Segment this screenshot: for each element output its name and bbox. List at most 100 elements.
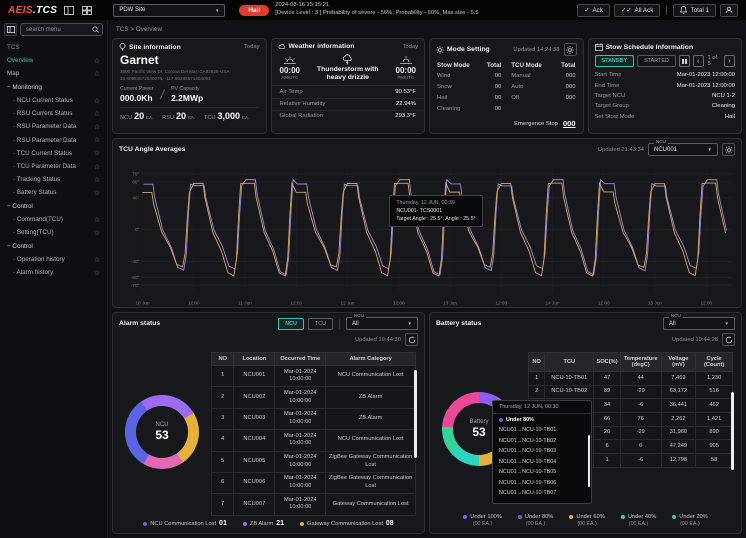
sidebar-item-map[interactable]: Map☆ [0,67,107,80]
favorite-star-icon[interactable]: ☆ [94,57,100,65]
sidebar-item-tcu-current-status[interactable]: · TCU Current Status☆ [0,147,107,160]
favorite-star-icon[interactable]: ☆ [94,123,100,131]
favorite-star-icon[interactable]: ☆ [94,149,100,157]
mode-settings-button[interactable] [564,43,577,56]
table-row[interactable]: 2NCU-10-TB0289-2963,172516 [529,385,733,399]
alarm-ncu-toggle[interactable]: NCU [278,318,304,330]
table-cell: 6 [620,440,661,454]
sidebar-item-command-tcu-[interactable]: · Command(TCU)☆ [0,213,107,226]
favorite-star-icon[interactable]: ☆ [94,269,100,277]
battery-ncu-filter[interactable]: NCU All ▼ [663,317,735,330]
table-cell: 4 [212,430,234,451]
chevron-down-icon: ▼ [719,321,729,326]
table-row[interactable]: 4NCU004Mar-01-2024 10:00:00NCU Communica… [212,430,416,451]
site-selector[interactable]: PDW Site ▼ [113,4,225,17]
pause-button[interactable] [679,55,690,67]
popup-scrollbar[interactable] [588,435,591,487]
sidebar-root-label: TCS [0,39,107,54]
site-coordinates: 33.60984872540076, -117.85288571404093 [120,76,259,83]
favorite-star-icon[interactable]: ☆ [94,256,100,264]
alarm-donut-value: 53 [155,428,168,442]
sidebar-item-tcu-parameter-data[interactable]: · TCU Parameter Data☆ [0,160,107,173]
user-profile-button[interactable] [720,4,738,17]
table-cell: 516 [696,385,733,399]
table-row[interactable]: 1NCU-10-TB0147447,4691,230 [529,372,733,386]
favorite-star-icon[interactable]: ☆ [94,216,100,224]
favorite-star-icon[interactable]: ☆ [94,176,100,184]
table-cell: 5 [212,451,234,472]
table-row[interactable]: 2NCU002Mar-01-2024 10:00:00ZB Alarm [212,387,416,408]
table-row[interactable]: 3NCU003Mar-01-2024 10:00:00ZB Alarm [212,408,416,429]
alarm-refresh-button[interactable] [405,333,418,346]
emergency-stop-value[interactable]: 000 [563,119,576,128]
popup-item-list: NCU01→NCU-10-TB01NCU01→NCU-10-TB02NCU01→… [493,424,591,503]
favorite-star-icon[interactable]: ☆ [94,110,100,118]
sidebar-item-rsu-parameter-data[interactable]: · RSU Parameter Data☆ [0,134,107,147]
alarm-ncu-filter[interactable]: NCU All ▼ [346,317,418,330]
chart-settings-button[interactable] [722,143,735,156]
table-row[interactable]: 6NCU006Mar-01-2024 10:00:00ZigBee Gatewa… [212,472,416,493]
started-button[interactable]: STARTED [637,55,676,67]
sidebar-item-ncu-current-status[interactable]: · NCU Current Status☆ [0,94,107,107]
prev-page-button[interactable]: ‹ [693,55,704,67]
sidebar-item-overview[interactable]: Overview☆ [0,54,107,67]
sidebar-item-rsu-parameter-data[interactable]: · RSU Parameter Data☆ [0,120,107,133]
grid-view-icon[interactable] [81,4,93,16]
favorite-star-icon[interactable]: ☆ [94,136,100,144]
column-header: Cycle (Count) [696,353,733,372]
current-power-value: 000.0Kh [120,93,153,103]
sidebar-item-label: − Monitoring [7,84,42,91]
chart-ncu-selector[interactable]: NCU NCU001 ▼ [648,143,718,156]
sidebar-menu: Overview☆Map☆ − Monitoring · NCU Current S… [0,54,107,538]
tcu-angle-chart-area[interactable]: 70°60°40°0°-40°-60°-70°10 Jun12:0011 Jun… [113,158,741,308]
layout-toggle-icon[interactable] [63,4,75,16]
table-row[interactable]: 5NCU005Mar-01-2024 10:00:00ZigBee Gatewa… [212,451,416,472]
battery-table-scrollbar[interactable] [731,392,734,470]
condition-block: Thunderstorm with heavy drizzle [309,53,387,82]
sidebar-item-monitoring[interactable]: − Monitoring [0,80,107,94]
notifications-button[interactable]: Total 1 [673,4,716,17]
emergency-stop-label: Emergence Stop [514,121,558,127]
status-panels-row: Alarm status NCU TCU NCU All ▼ Updated 1… [112,312,742,534]
favorite-star-icon[interactable]: ☆ [94,189,100,197]
table-row[interactable]: 1NCU001Mar-01-2024 10:00:00NCU Communica… [212,366,416,387]
kv-row: Global Radiation293.3°F [272,110,425,122]
alarm-donut-wrap: NCU 53 [121,395,203,469]
tcu-angle-panel: TCU Angle Averages Updated 21:43:34 NCU … [112,138,742,308]
favorite-star-icon[interactable]: ☆ [94,97,100,105]
search-icon[interactable] [92,26,99,33]
site-panel-title: Site information [129,44,181,51]
sidebar-item-rsu-current-status[interactable]: · RSU Current Status☆ [0,107,107,120]
sidebar-collapse-button[interactable] [4,23,17,36]
sidebar-item-control[interactable]: − Control [0,199,107,213]
popup-time: Thursday, 12 JUN, 00:30 [493,401,591,414]
sidebar-item-tracking-status[interactable]: · Tracking Status☆ [0,173,107,186]
all-ack-button[interactable]: ✓✓All Ack [614,4,660,17]
divider [339,319,340,329]
standby-button[interactable]: STANDBY [595,55,635,67]
table-cell: -29 [620,426,661,440]
table-row[interactable]: 7NCU007Mar-01-2024 10:00:00Gateway Commu… [212,494,416,515]
svg-text:70°: 70° [132,172,139,177]
sidebar-item-setting-tcu-[interactable]: · Setting(TCU)☆ [0,226,107,239]
sidebar-item-control[interactable]: − Control [0,239,107,253]
sidebar-item-battery-status[interactable]: · Battery Status☆ [0,186,107,199]
stow-mode-column: Stow ModeTotal Wind00Snow00Hail00Cleanin… [437,60,501,129]
favorite-star-icon[interactable]: ☆ [94,70,100,78]
ack-button[interactable]: ✓Ack [577,4,610,17]
table-cell: -6 [620,399,661,413]
search-input[interactable] [20,23,103,36]
favorite-star-icon[interactable]: ☆ [94,229,100,237]
sidebar-item-alarm-history[interactable]: · Alarm history☆ [0,266,107,279]
tcu-mode-rows: Manual000Auto000Off000 [511,71,575,103]
column-header: Alarm Category [326,353,416,366]
alarm-table-scrollbar[interactable] [414,370,417,458]
battery-refresh-button[interactable] [722,333,735,346]
alarm-tcu-toggle[interactable]: TCU [308,318,333,330]
sidebar-item-operation-history[interactable]: · Operation history☆ [0,253,107,266]
next-page-button[interactable]: › [724,55,735,67]
pause-icon [682,59,687,64]
alarm-filter-value: All [352,321,359,327]
favorite-star-icon[interactable]: ☆ [94,163,100,171]
sidebar-search-row [0,20,107,39]
